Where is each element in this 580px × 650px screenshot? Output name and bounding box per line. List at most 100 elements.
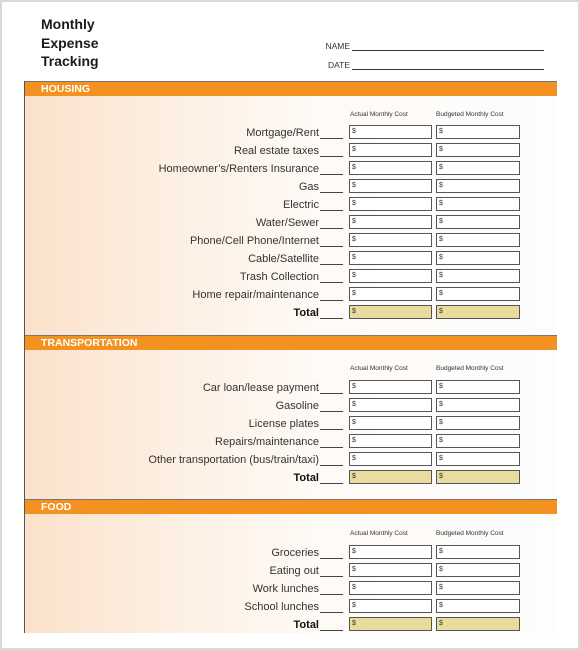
check-line[interactable] [320, 264, 343, 265]
check-line[interactable] [320, 192, 343, 193]
budgeted-cost-input[interactable]: $ [436, 251, 520, 265]
section-housing: HOUSING Actual Monthly Cost Budgeted Mon… [25, 81, 557, 335]
total-budgeted-cost-input[interactable]: $ [436, 305, 520, 319]
section-header: HOUSING [25, 81, 557, 96]
actual-cost-input[interactable]: $ [349, 215, 432, 229]
title-line: Monthly [41, 16, 95, 32]
check-line[interactable] [320, 612, 343, 613]
actual-cost-input[interactable]: $ [349, 581, 432, 595]
budgeted-cost-input[interactable]: $ [436, 233, 520, 247]
budgeted-cost-input[interactable]: $ [436, 197, 520, 211]
expense-label: Water/Sewer [255, 217, 319, 229]
title-line: Expense [41, 34, 99, 51]
actual-cost-input[interactable]: $ [349, 179, 432, 193]
actual-cost-input[interactable]: $ [349, 452, 432, 466]
budgeted-cost-input[interactable]: $ [436, 269, 520, 283]
check-line[interactable] [320, 594, 343, 595]
total-budgeted-cost-input[interactable]: $ [436, 470, 520, 484]
actual-cost-input[interactable]: $ [349, 143, 432, 157]
expense-row: Real estate taxes $ $ [25, 143, 557, 161]
check-line[interactable] [320, 558, 343, 559]
budgeted-cost-input[interactable]: $ [436, 398, 520, 412]
actual-cost-input[interactable]: $ [349, 398, 432, 412]
check-line[interactable] [320, 210, 343, 211]
expense-label: Groceries [271, 547, 319, 559]
section-transportation: TRANSPORTATION Actual Monthly Cost Budge… [25, 335, 557, 499]
check-line[interactable] [320, 156, 343, 157]
check-line[interactable] [320, 576, 343, 577]
budgeted-cost-input[interactable]: $ [436, 452, 520, 466]
check-line[interactable] [320, 465, 343, 466]
expense-row: Electric $ $ [25, 197, 557, 215]
actual-cost-input[interactable]: $ [349, 416, 432, 430]
budgeted-cost-input[interactable]: $ [436, 143, 520, 157]
total-actual-cost-input[interactable]: $ [349, 617, 432, 631]
date-field: DATE [300, 60, 550, 74]
check-line[interactable] [320, 630, 343, 631]
actual-cost-input[interactable]: $ [349, 269, 432, 283]
check-line[interactable] [320, 483, 343, 484]
budgeted-cost-input[interactable]: $ [436, 179, 520, 193]
check-line[interactable] [320, 246, 343, 247]
document-title: Monthly Expense Tracking [41, 15, 99, 71]
actual-cost-input[interactable]: $ [349, 563, 432, 577]
check-line[interactable] [320, 318, 343, 319]
budgeted-cost-input[interactable]: $ [436, 434, 520, 448]
actual-cost-input[interactable]: $ [349, 125, 432, 139]
date-line[interactable] [352, 69, 544, 70]
check-line[interactable] [320, 138, 343, 139]
title-line: Tracking [41, 53, 99, 69]
expense-label: Work lunches [252, 583, 319, 595]
name-field: NAME [300, 41, 550, 55]
expense-label: Phone/Cell Phone/Internet [189, 235, 319, 247]
actual-cost-input[interactable]: $ [349, 545, 432, 559]
expense-label: Repairs/maintenance [215, 436, 319, 448]
total-actual-cost-input[interactable]: $ [349, 470, 432, 484]
actual-cost-input[interactable]: $ [349, 233, 432, 247]
budgeted-cost-input[interactable]: $ [436, 581, 520, 595]
check-line[interactable] [320, 282, 343, 283]
expense-label: Home repair/maintenance [192, 289, 319, 301]
actual-cost-input[interactable]: $ [349, 599, 432, 613]
check-line[interactable] [320, 411, 343, 412]
actual-cost-input[interactable]: $ [349, 434, 432, 448]
section-header: TRANSPORTATION [25, 335, 557, 350]
budgeted-cost-input[interactable]: $ [436, 545, 520, 559]
budgeted-cost-input[interactable]: $ [436, 287, 520, 301]
total-row: Total $ $ [25, 617, 557, 635]
expense-row: Mortgage/Rent $ $ [25, 125, 557, 143]
check-line[interactable] [320, 447, 343, 448]
budgeted-cost-input[interactable]: $ [436, 161, 520, 175]
actual-cost-input[interactable]: $ [349, 161, 432, 175]
expense-row: License plates $ $ [25, 416, 557, 434]
expense-row: Gasoline $ $ [25, 398, 557, 416]
actual-cost-input[interactable]: $ [349, 287, 432, 301]
budgeted-cost-input[interactable]: $ [436, 416, 520, 430]
check-line[interactable] [320, 429, 343, 430]
total-label: Total [293, 307, 319, 319]
expense-label: Eating out [269, 565, 319, 577]
budgeted-cost-input[interactable]: $ [436, 125, 520, 139]
column-header-actual: Actual Monthly Cost [350, 365, 408, 372]
total-label: Total [293, 619, 319, 631]
name-line[interactable] [352, 50, 544, 51]
total-budgeted-cost-input[interactable]: $ [436, 617, 520, 631]
section-food: FOOD Actual Monthly Cost Budgeted Monthl… [25, 499, 557, 633]
check-line[interactable] [320, 174, 343, 175]
expense-row: Repairs/maintenance $ $ [25, 434, 557, 452]
actual-cost-input[interactable]: $ [349, 380, 432, 394]
check-line[interactable] [320, 228, 343, 229]
actual-cost-input[interactable]: $ [349, 197, 432, 211]
budgeted-cost-input[interactable]: $ [436, 563, 520, 577]
budgeted-cost-input[interactable]: $ [436, 599, 520, 613]
budgeted-cost-input[interactable]: $ [436, 215, 520, 229]
actual-cost-input[interactable]: $ [349, 251, 432, 265]
budgeted-cost-input[interactable]: $ [436, 380, 520, 394]
total-actual-cost-input[interactable]: $ [349, 305, 432, 319]
expense-label: Cable/Satellite [248, 253, 319, 265]
check-line[interactable] [320, 393, 343, 394]
check-line[interactable] [320, 300, 343, 301]
total-row: Total $ $ [25, 305, 557, 323]
column-header-budgeted: Budgeted Monthly Cost [436, 365, 504, 372]
expense-row: Phone/Cell Phone/Internet $ $ [25, 233, 557, 251]
